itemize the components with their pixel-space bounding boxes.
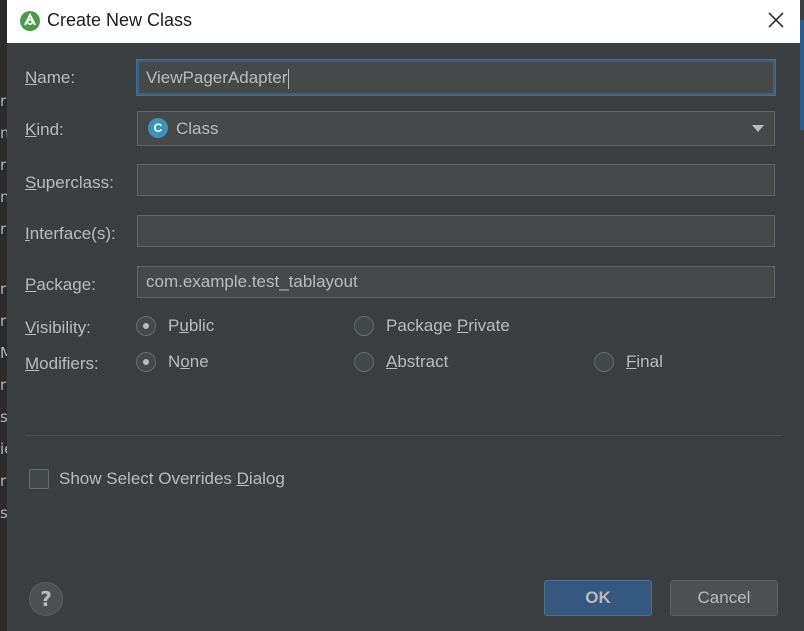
mnemonic-letter: F [626,352,637,371]
radio-label: Package Private [386,316,510,336]
package-input[interactable]: com.example.test_tablayout [137,266,775,298]
radio-unchecked-icon[interactable] [354,316,374,336]
mnemonic-letter: P [25,275,37,294]
modifiers-none-radio[interactable]: None [136,352,209,372]
mnemonic-letter: V [25,318,37,337]
label-text: ackage: [36,275,96,294]
background-accent-bar [800,20,804,130]
background-text: r [0,312,7,330]
android-studio-icon [20,11,40,31]
label-text: ialog [248,469,285,488]
mnemonic-letter: u [179,316,189,335]
checkbox-label: Show Select Overrides Dialog [59,469,285,489]
interfaces-input[interactable] [137,215,775,247]
mnemonic-letter: P [456,316,469,335]
label-text: uperclass: [36,173,114,192]
dialog-titlebar: Create New Class [7,0,800,43]
label-text: isibility: [36,318,91,337]
cancel-button[interactable]: Cancel [670,580,778,616]
section-divider [25,435,781,436]
interfaces-label: Interface(s): [25,224,116,244]
radio-label: Abstract [386,352,448,372]
package-label: Package: [25,275,96,295]
background-text: r [0,472,7,490]
background-text: r [0,376,7,394]
name-label: Name: [25,68,75,88]
kind-select[interactable]: C Class [137,111,775,146]
label-text: P [168,316,180,335]
superclass-input[interactable] [137,164,775,196]
ok-button[interactable]: OK [544,580,652,616]
mnemonic-letter: D [236,469,249,488]
name-input[interactable]: ViewPagerAdapter [137,60,775,95]
background-ide-right-edge [800,0,804,631]
name-input-value: ViewPagerAdapter [146,68,288,87]
visibility-package-private-radio[interactable]: Package Private [354,316,510,336]
mnemonic-letter: A [386,352,398,371]
modifiers-label: Modifiers: [25,354,99,374]
text-caret [288,68,290,89]
kind-label: Kind: [25,120,64,140]
label-text: bstract [397,352,449,371]
checkbox-unchecked-icon[interactable] [29,469,49,489]
visibility-label: Visibility: [25,318,91,338]
background-text: r [0,92,7,110]
radio-unchecked-icon[interactable] [594,352,614,372]
mnemonic-letter: o [180,352,190,371]
mnemonic-letter: S [25,173,37,192]
label-text: inal [636,352,663,371]
create-new-class-dialog: Create New Class Name: ViewPagerAdapter … [7,0,800,631]
mnemonic-letter: N [25,68,38,87]
radio-unchecked-icon[interactable] [354,352,374,372]
close-icon[interactable] [766,10,786,30]
label-text: odifiers: [39,354,99,373]
label-text: N [168,352,181,371]
radio-label: Public [168,316,214,336]
kind-selected-value: Class [176,119,219,138]
label-text: rivate [468,316,510,335]
mnemonic-letter: K [25,120,37,139]
radio-label: None [168,352,209,372]
radio-label: Final [626,352,663,372]
label-text: ame: [37,68,76,87]
background-text: r [0,156,7,174]
background-text: r [0,220,7,238]
superclass-label: Superclass: [25,173,114,193]
show-overrides-checkbox[interactable]: Show Select Overrides Dialog [29,469,285,489]
label-text: nterface(s): [29,224,116,243]
modifiers-abstract-radio[interactable]: Abstract [354,352,448,372]
visibility-public-radio[interactable]: Public [136,316,214,336]
radio-checked-icon[interactable] [136,316,156,336]
label-text: Package [386,316,457,335]
modifiers-final-radio[interactable]: Final [594,352,663,372]
label-text: Show Select Overrides [59,469,237,488]
label-text: ne [189,352,209,371]
dialog-title: Create New Class [47,10,193,30]
class-icon: C [148,117,168,138]
label-text: blic [188,316,215,335]
mnemonic-letter: M [25,354,40,373]
radio-checked-icon[interactable] [136,352,156,372]
chevron-down-icon[interactable] [752,125,764,132]
label-text: ind: [36,120,64,139]
help-button[interactable]: ? [29,582,63,616]
background-text: r [0,280,7,298]
